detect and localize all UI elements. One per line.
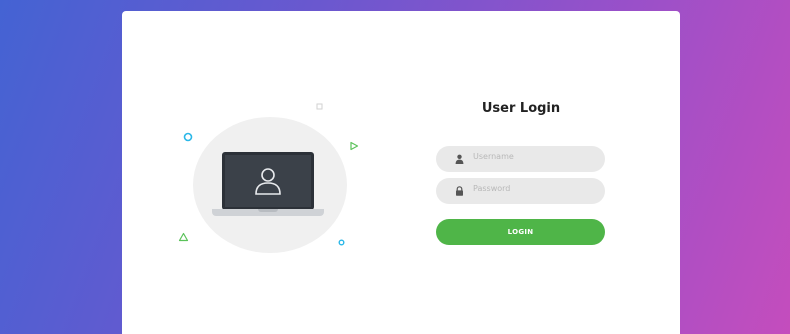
decorative-triangle-icon: [178, 232, 189, 242]
login-title: User Login: [481, 101, 561, 116]
username-placeholder: Username: [473, 152, 514, 161]
user-avatar-icon: [255, 168, 281, 195]
user-icon: [455, 154, 464, 164]
decorative-circle-icon: [183, 132, 193, 142]
laptop-notch: [258, 209, 278, 212]
password-placeholder: Password: [473, 184, 511, 193]
login-button[interactable]: LOGIN: [436, 219, 605, 245]
lock-icon: [456, 186, 463, 196]
decorative-play-icon: [350, 141, 359, 151]
decorative-square-icon: [316, 103, 323, 110]
username-field[interactable]: Username: [436, 146, 605, 172]
decorative-dot-icon: [338, 239, 345, 246]
password-field[interactable]: Password: [436, 178, 605, 204]
